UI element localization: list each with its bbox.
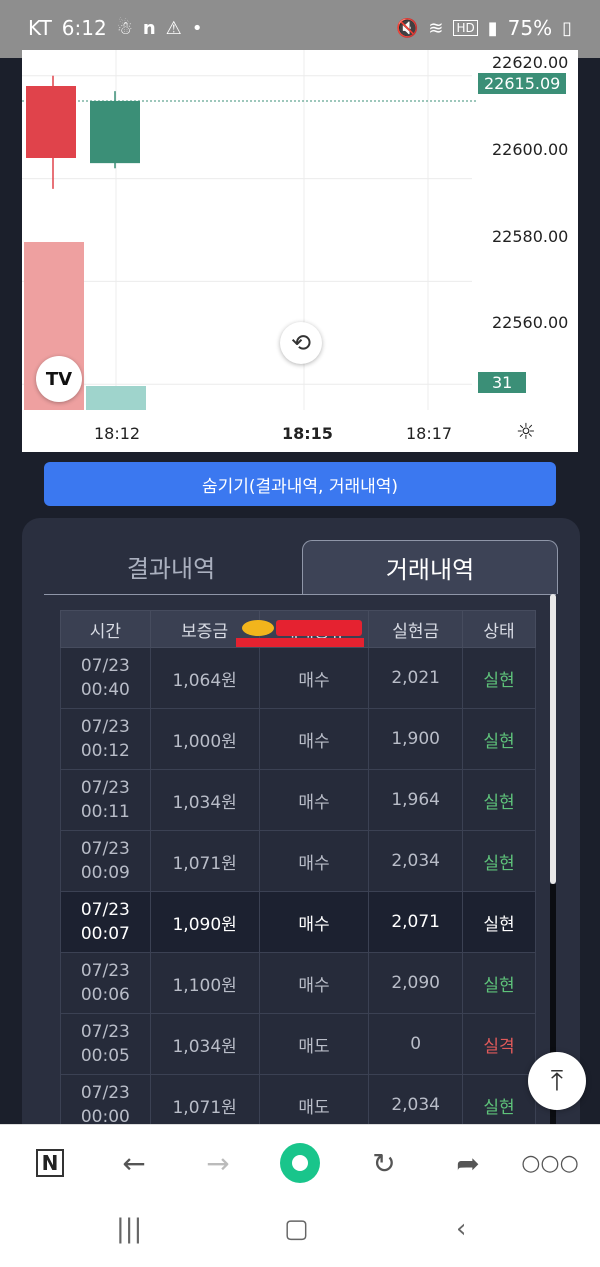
price-chart[interactable]: 22620.00 22615.09 22600.00 22580.00 2256… xyxy=(22,50,578,452)
cell-type: 매수 xyxy=(258,891,370,953)
back-arrow-icon[interactable]: ← xyxy=(114,1143,154,1183)
cell-type: 매수 xyxy=(258,952,370,1014)
cell-amount: 2,090 xyxy=(368,952,463,1014)
signal-icon: ▮ xyxy=(487,17,498,39)
cell-time: 07/23 00:06 xyxy=(60,952,151,1014)
cell-deposit: 1,100원 xyxy=(149,952,260,1014)
cell-status: 실현 xyxy=(461,891,536,953)
cell-type: 매수 xyxy=(258,708,370,770)
table-row: 07/23 00:06 1,100원 매수 2,090 실현 xyxy=(60,952,536,1014)
cell-status: 실현 xyxy=(461,769,536,831)
volume-badge: 31 xyxy=(478,372,527,393)
rotate-icon: ⟲ xyxy=(290,329,312,357)
tab-results[interactable]: 결과내역 xyxy=(44,540,298,593)
cell-status: 실현 xyxy=(461,830,536,892)
notification-app-icon: ☃ xyxy=(116,17,133,39)
dot-icon: • xyxy=(191,17,203,39)
mute-icon: 🔇 xyxy=(395,17,419,39)
scroll-top-button[interactable]: ⤒ xyxy=(528,1052,586,1110)
table-row: 07/23 00:12 1,000원 매수 1,900 실현 xyxy=(60,708,536,770)
recent-apps-icon[interactable]: ||| xyxy=(116,1214,142,1244)
back-icon[interactable]: ‹ xyxy=(456,1214,466,1244)
col-time: 시간 xyxy=(60,610,151,648)
cell-amount: 1,964 xyxy=(368,769,463,831)
tab-bar: 결과내역 거래내역 xyxy=(44,540,558,595)
cell-status: 실현 xyxy=(461,708,536,770)
watermark-logo xyxy=(236,620,364,647)
cell-time: 07/23 00:09 xyxy=(60,830,151,892)
history-panel: 결과내역 거래내역 시간 보증금 매매종류 실현금 상태 07/2300:401… xyxy=(22,518,580,1144)
cell-amount: 0 xyxy=(368,1013,463,1075)
clock: 6:12 xyxy=(61,16,107,40)
cell-type: 매수 xyxy=(258,830,370,892)
price-tick: 22580.00 xyxy=(492,227,569,246)
cell-amount: 2,021 xyxy=(368,647,463,709)
price-tick: 22560.00 xyxy=(492,313,569,332)
time-tick: 18:15 xyxy=(282,424,333,443)
warning-icon: ⚠ xyxy=(165,17,182,39)
battery-icon: ▯ xyxy=(562,17,572,39)
scrollbar-thumb[interactable] xyxy=(550,594,556,884)
table-row: 07/23 00:11 1,034원 매수 1,964 실현 xyxy=(60,769,536,831)
current-price-badge: 22615.09 xyxy=(478,73,567,94)
cell-deposit: 1,034원 xyxy=(149,1013,260,1075)
cell-deposit: 1,071원 xyxy=(149,830,260,892)
table-row: 07/23 00:40 1,064원 매수 2,021 실현 xyxy=(60,647,536,709)
n-logo-icon[interactable]: N xyxy=(30,1143,70,1183)
table-row: 07/23 00:07 1,090원 매수 2,071 실현 xyxy=(60,891,536,953)
cell-time: 07/23 00:07 xyxy=(60,891,151,953)
table-row: 07/23 00:05 1,034원 매도 0 실격 xyxy=(60,1013,536,1075)
volume-bar xyxy=(86,386,146,410)
cell-time: 07/23 00:40 xyxy=(60,647,151,709)
cell-status: 실현 xyxy=(461,952,536,1014)
candle-body xyxy=(90,100,140,164)
naver-icon: n xyxy=(142,17,156,39)
cell-time: 07/23 00:11 xyxy=(60,769,151,831)
cell-type: 매수 xyxy=(258,647,370,709)
trade-table: 시간 보증금 매매종류 실현금 상태 07/2300:401,064원매수2,0… xyxy=(60,610,536,1140)
time-tick: 18:17 xyxy=(406,424,453,443)
carrier-label: KT xyxy=(28,16,52,40)
price-tick: 22600.00 xyxy=(492,140,569,159)
hide-history-button[interactable]: 숨기기(결과내역, 거래내역) xyxy=(44,462,556,506)
cell-deposit: 1,034원 xyxy=(149,769,260,831)
cell-type: 매수 xyxy=(258,769,370,831)
table-row: 07/23 00:09 1,071원 매수 2,034 실현 xyxy=(60,830,536,892)
hd-icon: HD xyxy=(453,20,478,36)
settings-gear-icon[interactable]: ☼ xyxy=(516,420,536,445)
cell-time: 07/23 00:12 xyxy=(60,708,151,770)
cell-time: 07/23 00:05 xyxy=(60,1013,151,1075)
home-icon[interactable]: ▢ xyxy=(284,1214,309,1244)
reload-icon[interactable]: ↻ xyxy=(364,1143,404,1183)
cell-amount: 2,071 xyxy=(368,891,463,953)
forward-arrow-icon[interactable]: → xyxy=(198,1143,238,1183)
share-icon[interactable]: ➦ xyxy=(448,1143,488,1183)
browser-toolbar: N ← → ↻ ➦ ○○○ xyxy=(0,1124,600,1199)
tradingview-logo[interactable]: TV xyxy=(36,356,82,402)
reset-chart-button[interactable]: ⟲ xyxy=(280,322,322,364)
cell-deposit: 1,064원 xyxy=(149,647,260,709)
cell-deposit: 1,000원 xyxy=(149,708,260,770)
wifi-icon: ≋ xyxy=(428,17,444,39)
cell-status: 실격 xyxy=(461,1013,536,1075)
battery-percent: 75% xyxy=(507,16,553,40)
cell-amount: 2,034 xyxy=(368,830,463,892)
home-circle-icon[interactable] xyxy=(280,1143,320,1183)
col-amount: 실현금 xyxy=(368,610,463,648)
time-tick: 18:12 xyxy=(94,424,141,443)
arrow-up-icon: ⤒ xyxy=(550,1064,564,1097)
cell-amount: 1,900 xyxy=(368,708,463,770)
cell-type: 매도 xyxy=(258,1013,370,1075)
more-icon[interactable]: ○○○ xyxy=(521,1143,579,1183)
system-nav-bar: ||| ▢ ‹ xyxy=(0,1198,600,1267)
tab-trades[interactable]: 거래내역 xyxy=(302,540,558,594)
col-status: 상태 xyxy=(461,610,536,648)
candle-body xyxy=(26,86,76,158)
price-tick: 22620.00 xyxy=(492,53,569,72)
cell-status: 실현 xyxy=(461,647,536,709)
cell-deposit: 1,090원 xyxy=(149,891,260,953)
